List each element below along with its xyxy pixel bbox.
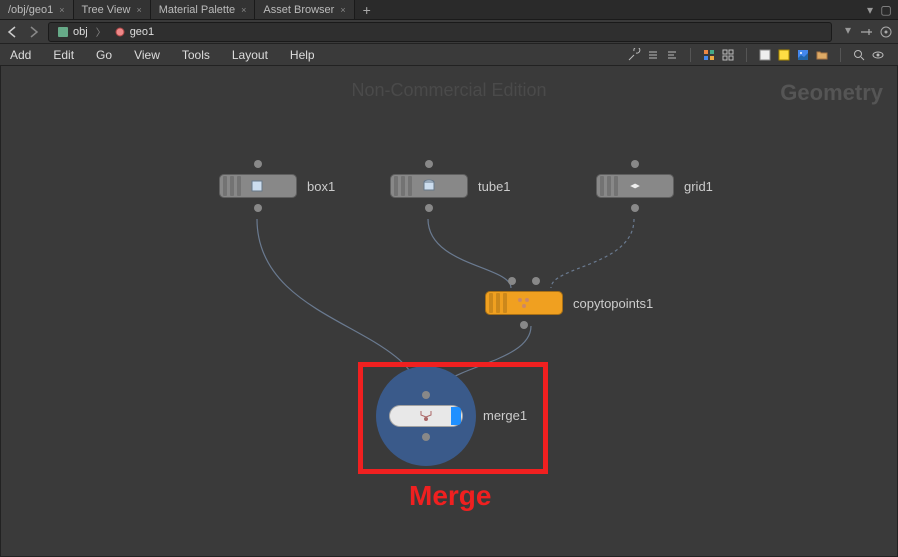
tab-label: /obj/geo1: [8, 4, 53, 16]
search-icon[interactable]: [851, 47, 867, 63]
tab-asset-browser[interactable]: Asset Browser ×: [255, 0, 354, 19]
wrench-icon[interactable]: [626, 47, 642, 63]
output-connector[interactable]: [520, 321, 528, 329]
close-icon[interactable]: ×: [59, 5, 64, 15]
navigation-bar: obj 〉 geo1 ▾: [0, 20, 898, 44]
eye-icon[interactable]: [870, 47, 886, 63]
input-connector-1[interactable]: [508, 277, 516, 285]
network-icon: [57, 26, 69, 38]
pin-icon[interactable]: [858, 24, 874, 40]
node-wires: [1, 66, 897, 556]
node-grid1[interactable]: grid1: [596, 174, 713, 198]
menu-add[interactable]: Add: [6, 46, 35, 64]
close-icon[interactable]: ×: [241, 5, 246, 15]
node-box1[interactable]: box1: [219, 174, 335, 198]
menu-edit[interactable]: Edit: [49, 46, 78, 64]
node-label: grid1: [684, 179, 713, 194]
node-label: copytopoints1: [573, 296, 653, 311]
menu-go[interactable]: Go: [92, 46, 116, 64]
list-icon[interactable]: [645, 47, 661, 63]
sticky-note-icon[interactable]: [776, 47, 792, 63]
input-connector[interactable]: [425, 160, 433, 168]
input-connector[interactable]: [254, 160, 262, 168]
path-segment-geo1[interactable]: geo1: [108, 24, 160, 40]
folder-icon[interactable]: [814, 47, 830, 63]
menu-view[interactable]: View: [130, 46, 164, 64]
chevron-right-icon: 〉: [96, 24, 106, 39]
toolbar: [620, 47, 892, 63]
close-icon[interactable]: ×: [340, 5, 345, 15]
tab-material-palette[interactable]: Material Palette ×: [151, 0, 256, 19]
tab-label: Material Palette: [159, 4, 235, 16]
back-button[interactable]: [4, 23, 22, 41]
input-connector-2[interactable]: [532, 277, 540, 285]
maximize-pane-icon[interactable]: ▢: [880, 4, 892, 16]
annotation-label: Merge: [409, 480, 491, 512]
node-label: tube1: [478, 179, 511, 194]
pane-menu-icon[interactable]: ▾: [864, 4, 876, 16]
node-ring-merge1: [376, 366, 476, 466]
menu-bar: Add Edit Go View Tools Layout Help: [0, 44, 898, 66]
network-canvas[interactable]: Non-Commercial Edition Geometry box1 tub…: [0, 66, 898, 557]
path-bar[interactable]: obj 〉 geo1: [48, 22, 832, 42]
tube-icon: [420, 178, 438, 194]
tab-tree-view[interactable]: Tree View ×: [74, 0, 151, 19]
close-icon[interactable]: ×: [136, 5, 141, 15]
tab-label: Tree View: [82, 4, 131, 16]
pane-tabs-bar: /obj/geo1 × Tree View × Material Palette…: [0, 0, 898, 20]
justify-icon[interactable]: [664, 47, 680, 63]
node-label: merge1: [483, 408, 527, 423]
tab-network-view[interactable]: /obj/geo1 ×: [0, 0, 74, 19]
output-connector[interactable]: [425, 204, 433, 212]
menu-tools[interactable]: Tools: [178, 46, 214, 64]
target-icon[interactable]: [878, 24, 894, 40]
input-connector[interactable]: [631, 160, 639, 168]
node-copytopoints1[interactable]: copytopoints1: [485, 291, 653, 315]
path-label: obj: [73, 26, 88, 38]
path-segment-obj[interactable]: obj: [51, 24, 94, 40]
output-connector[interactable]: [254, 204, 262, 212]
add-tab-button[interactable]: +: [355, 2, 379, 18]
input-connector[interactable]: [422, 391, 430, 399]
context-label: Geometry: [780, 80, 883, 106]
tab-label: Asset Browser: [263, 4, 334, 16]
grid-icon: [626, 178, 644, 194]
menu-layout[interactable]: Layout: [228, 46, 272, 64]
note-icon[interactable]: [757, 47, 773, 63]
geo-icon: [114, 26, 126, 38]
node-merge1[interactable]: [389, 405, 463, 427]
output-connector[interactable]: [631, 204, 639, 212]
menu-help[interactable]: Help: [286, 46, 319, 64]
merge-icon: [417, 408, 435, 424]
path-label: geo1: [130, 26, 154, 38]
watermark-text: Non-Commercial Edition: [1, 80, 897, 101]
path-dropdown-icon[interactable]: ▾: [842, 24, 854, 36]
grid-colored-icon[interactable]: [701, 47, 717, 63]
copy-icon: [515, 295, 533, 311]
forward-button[interactable]: [24, 23, 42, 41]
output-connector[interactable]: [422, 433, 430, 441]
box-icon: [249, 178, 267, 194]
node-tube1[interactable]: tube1: [390, 174, 511, 198]
grid-outline-icon[interactable]: [720, 47, 736, 63]
node-label: box1: [307, 179, 335, 194]
image-icon[interactable]: [795, 47, 811, 63]
